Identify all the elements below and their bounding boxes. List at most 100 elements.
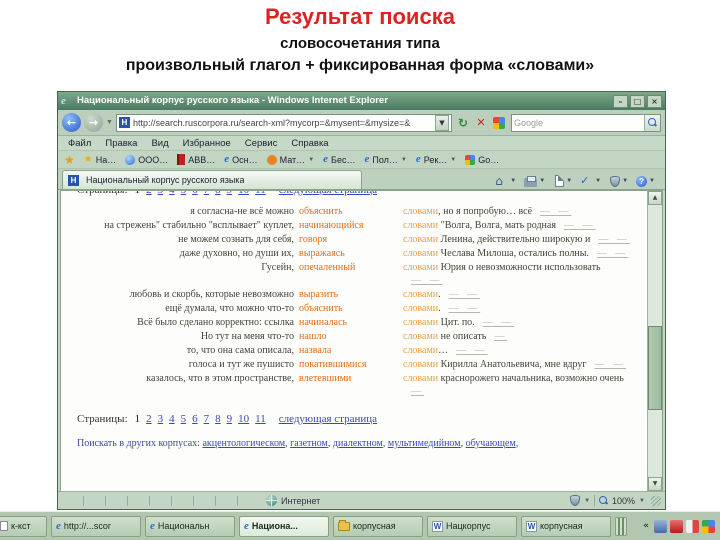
favorites-item[interactable]: Go… [465, 154, 499, 165]
favorites-item[interactable]: ООО… [125, 154, 168, 165]
favorites-item[interactable]: ★ На… [84, 154, 116, 165]
taskbar-button[interactable]: к-кст [0, 515, 47, 537]
source-link[interactable]: — — [597, 248, 629, 259]
favorites-item[interactable]: АВВ… [177, 154, 215, 165]
chevron-down-icon[interactable]: ▼ [595, 178, 601, 184]
source-link[interactable]: — [411, 386, 424, 397]
matched-verb-link[interactable]: говоря [299, 233, 403, 246]
pagination-next-link[interactable]: следующая страница [279, 413, 377, 425]
pagination-page-link[interactable]: 9 [227, 191, 233, 196]
chevron-down-icon[interactable]: ▼ [622, 178, 628, 184]
menu-item-Сервис[interactable]: Сервис [245, 138, 278, 149]
matched-word-link[interactable]: словами [403, 331, 438, 342]
pagination-page-link[interactable]: 11 [255, 191, 266, 196]
tray-overflow-chevron[interactable]: « [643, 521, 649, 531]
scroll-up-icon[interactable]: ▲ [648, 191, 662, 205]
matched-word-link[interactable]: словами [403, 248, 438, 259]
matched-verb-link[interactable]: выражаясь [299, 247, 403, 260]
scrollbar-thumb[interactable] [648, 326, 662, 410]
vertical-scrollbar[interactable]: ▲ ▼ [647, 191, 662, 491]
pagination-page-link[interactable]: 3 [158, 191, 164, 196]
matched-word-link[interactable]: словами [403, 345, 438, 356]
taskbar-button[interactable]: Wкорпусная [521, 515, 611, 537]
source-link[interactable]: — — [594, 359, 626, 370]
menu-item-Справка[interactable]: Справка [291, 138, 328, 149]
source-link[interactable]: — — [456, 345, 488, 356]
pagination-page-link[interactable]: 2 [146, 191, 152, 196]
matched-word-link[interactable]: словами [403, 262, 438, 273]
favorites-item[interactable]: Мат… ▼ [266, 154, 314, 165]
chevron-down-icon[interactable]: ▼ [510, 178, 516, 184]
corpora-link[interactable]: обучающем [466, 438, 516, 449]
pagination-page-link[interactable]: 6 [192, 191, 198, 196]
pagination-page-link[interactable]: 5 [181, 191, 187, 196]
pagination-page-link[interactable]: 6 [192, 413, 198, 425]
help-button[interactable]: ? ▼ [636, 175, 655, 187]
source-link[interactable]: — [494, 331, 507, 342]
page-button[interactable]: ▼ [553, 175, 572, 187]
source-link[interactable]: — — [449, 303, 481, 314]
tray-icon[interactable] [686, 519, 699, 533]
shield-button[interactable]: ▼ [609, 175, 628, 187]
favorites-item[interactable]: e Пол… ▼ [364, 154, 406, 165]
pagination-page-link[interactable]: 10 [238, 191, 249, 196]
matched-word-link[interactable]: словами [403, 359, 438, 370]
language-bar[interactable] [615, 516, 627, 536]
corpora-link[interactable]: газетном [290, 438, 328, 449]
resize-grip[interactable] [651, 495, 661, 506]
source-link[interactable]: — — [483, 317, 515, 328]
zoom-level[interactable]: 100% [612, 496, 635, 506]
print-button[interactable]: ▼ [524, 175, 545, 187]
chevron-down-icon[interactable]: ▼ [450, 157, 456, 163]
menu-item-Избранное[interactable]: Избранное [183, 138, 231, 149]
check-button[interactable]: ✓ ▼ [580, 175, 601, 187]
menu-item-Файл[interactable]: Файл [68, 138, 91, 149]
pagination-page-link[interactable]: 8 [215, 413, 221, 425]
matched-verb-link[interactable]: назвала [299, 344, 403, 357]
matched-word-link[interactable]: словами [403, 317, 438, 328]
source-link[interactable]: — — [540, 206, 572, 217]
chevron-down-icon[interactable]: ▼ [308, 157, 314, 163]
pagination-page-link[interactable]: 4 [169, 191, 175, 196]
matched-verb-link[interactable]: начиналась [299, 316, 403, 329]
close-button[interactable]: × [647, 94, 662, 108]
source-link[interactable]: — — [411, 275, 443, 286]
pagination-page-link[interactable]: 8 [215, 191, 221, 196]
matched-verb-link[interactable]: покатившимися [299, 358, 403, 371]
pagination-page-link[interactable]: 5 [181, 413, 187, 425]
chevron-down-icon[interactable]: ▼ [566, 178, 572, 184]
matched-word-link[interactable]: словами [403, 289, 438, 300]
matched-verb-link[interactable]: начинающийся [299, 219, 403, 232]
source-link[interactable]: — — [449, 289, 481, 300]
pagination-next-link[interactable]: следующая страница [279, 191, 377, 196]
matched-word-link[interactable]: словами [403, 220, 438, 231]
scroll-down-icon[interactable]: ▼ [648, 477, 662, 491]
pagination-page-link[interactable]: 9 [227, 413, 233, 425]
zoom-magnifier-icon[interactable] [599, 496, 608, 505]
taskbar-button[interactable]: e http://...scor [51, 515, 141, 537]
pagination-page-link[interactable]: 7 [204, 191, 210, 196]
shield-icon[interactable] [570, 495, 581, 506]
pagination-page-link[interactable]: 2 [146, 413, 152, 425]
menu-item-Вид[interactable]: Вид [151, 138, 168, 149]
address-field[interactable]: Н http://search.ruscorpora.ru/search-xml… [115, 113, 452, 132]
pagination-page-link[interactable]: 3 [158, 413, 164, 425]
source-link[interactable]: — — [564, 220, 596, 231]
chevron-down-icon[interactable]: ▼ [649, 178, 655, 184]
tab-ruscorpora[interactable]: Н Национальный корпус русского языка [62, 170, 362, 189]
stop-icon[interactable]: ✕ [474, 114, 488, 132]
maximize-button[interactable]: □ [630, 94, 645, 108]
forward-button[interactable]: → [84, 113, 103, 132]
search-go-button[interactable] [644, 114, 660, 131]
corpora-link[interactable]: мультимедийном [388, 438, 461, 449]
pagination-page-link[interactable]: 4 [169, 413, 175, 425]
chevron-down-icon[interactable]: ▼ [401, 157, 407, 163]
favorites-item[interactable]: e Осн… [224, 154, 257, 165]
matched-word-link[interactable]: словами [403, 234, 438, 245]
matched-verb-link[interactable]: нашло [299, 330, 403, 343]
back-button[interactable]: ← [62, 113, 81, 132]
matched-word-link[interactable]: словами [403, 303, 438, 314]
matched-verb-link[interactable]: выразить [299, 288, 403, 301]
tray-icon[interactable] [654, 519, 667, 533]
address-dropdown-icon[interactable]: ▼ [435, 114, 449, 131]
